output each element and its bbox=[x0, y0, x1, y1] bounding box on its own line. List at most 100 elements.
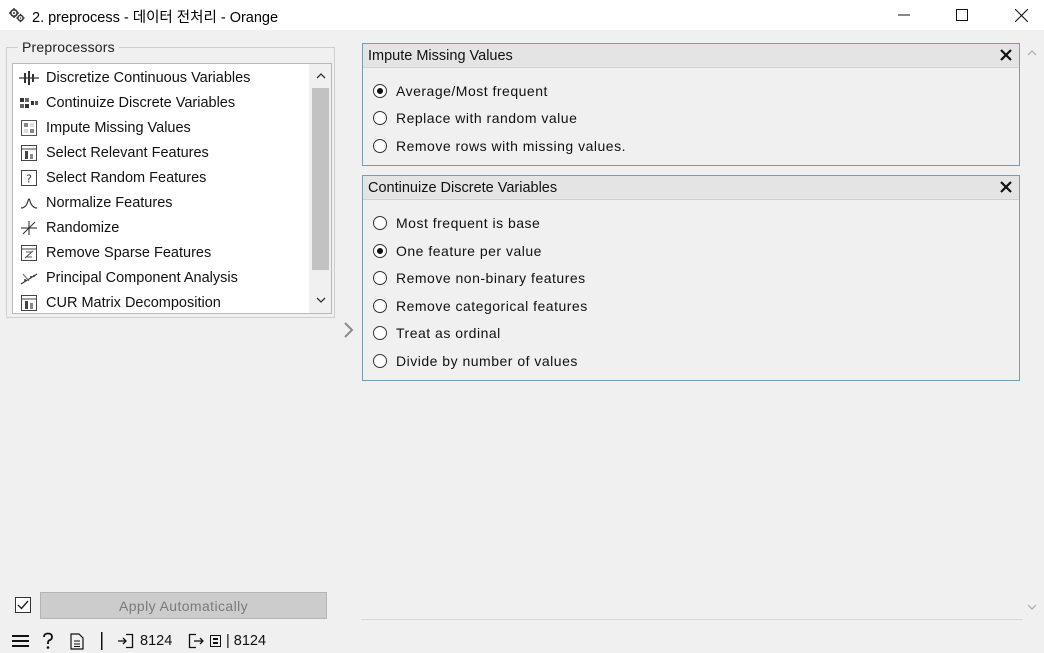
radio-label: Divide by number of values bbox=[396, 353, 578, 369]
help-button[interactable] bbox=[41, 632, 55, 650]
list-item-label: Impute Missing Values bbox=[46, 119, 191, 136]
radio-button[interactable] bbox=[373, 271, 387, 285]
radio-button[interactable] bbox=[373, 84, 387, 98]
chevron-right-icon[interactable] bbox=[340, 321, 358, 339]
chevron-down-icon bbox=[316, 297, 325, 303]
radio-button[interactable] bbox=[373, 111, 387, 125]
title-bar: 2. preprocess - 데이터 전처리 - Orange bbox=[0, 0, 1044, 30]
radio-remove-categorical[interactable]: Remove categorical features bbox=[373, 295, 588, 317]
remove-sparse-icon bbox=[19, 244, 39, 261]
list-item-normalize[interactable]: Normalize Features bbox=[13, 190, 309, 215]
panel-header: Impute Missing Values bbox=[363, 44, 1019, 68]
minimize-button[interactable] bbox=[881, 0, 927, 30]
radio-replace-random[interactable]: Replace with random value bbox=[373, 107, 577, 129]
list-item-label: Discretize Continuous Variables bbox=[46, 69, 251, 86]
radio-average-most-frequent[interactable]: Average/Most frequent bbox=[373, 80, 548, 102]
radio-label: Average/Most frequent bbox=[396, 83, 548, 99]
status-separator bbox=[101, 632, 103, 650]
panel-header: Continuize Discrete Variables bbox=[363, 176, 1019, 200]
gears-icon bbox=[9, 8, 25, 23]
close-icon[interactable] bbox=[999, 48, 1013, 62]
scroll-up-button[interactable] bbox=[312, 67, 329, 85]
output-summary: | 8124 bbox=[188, 632, 266, 650]
select-relevant-icon bbox=[19, 144, 39, 161]
input-summary: 8124 bbox=[117, 632, 172, 650]
impute-panel: Impute Missing Values Average/Most frequ… bbox=[362, 43, 1020, 166]
radio-label: Remove categorical features bbox=[396, 298, 588, 314]
list-item-select-random[interactable]: ? Select Random Features bbox=[13, 165, 309, 190]
help-icon bbox=[43, 632, 53, 649]
radio-label: Remove non-binary features bbox=[396, 270, 586, 286]
radio-label: One feature per value bbox=[396, 243, 542, 259]
radio-treat-as-ordinal[interactable]: Treat as ordinal bbox=[373, 322, 501, 344]
apply-automatically-checkbox[interactable] bbox=[15, 597, 31, 613]
list-item-label: Select Random Features bbox=[46, 169, 207, 186]
chevron-down-icon bbox=[1027, 604, 1037, 610]
chevron-up-icon bbox=[316, 73, 325, 79]
radio-label: Replace with random value bbox=[396, 110, 578, 126]
panels-scroll-down[interactable] bbox=[1024, 599, 1040, 615]
preprocessors-list-scrollbar[interactable] bbox=[309, 64, 331, 313]
list-item-randomize[interactable]: Randomize bbox=[13, 215, 309, 240]
radio-button[interactable] bbox=[373, 244, 387, 258]
chevron-up-icon bbox=[1027, 50, 1037, 56]
pca-icon bbox=[19, 270, 39, 286]
scrollbar-thumb[interactable] bbox=[312, 88, 329, 270]
list-item-discretize[interactable]: Discretize Continuous Variables bbox=[13, 65, 309, 90]
radio-remove-rows[interactable]: Remove rows with missing values. bbox=[373, 135, 626, 157]
select-random-icon: ? bbox=[19, 169, 39, 186]
close-button[interactable] bbox=[998, 0, 1044, 30]
radio-remove-non-binary[interactable]: Remove non-binary features bbox=[373, 267, 586, 289]
continuize-panel: Continuize Discrete Variables Most frequ… bbox=[362, 175, 1020, 381]
preprocessors-group-title: Preprocessors bbox=[18, 39, 119, 55]
document-icon bbox=[70, 632, 84, 650]
list-item-label: Select Relevant Features bbox=[46, 144, 209, 161]
panel-title: Continuize Discrete Variables bbox=[368, 180, 558, 196]
list-item-select-relevant[interactable]: Select Relevant Features bbox=[13, 140, 309, 165]
list-item-remove-sparse[interactable]: Remove Sparse Features bbox=[13, 240, 309, 265]
apply-button[interactable]: Apply Automatically bbox=[40, 592, 327, 619]
radio-label: Remove rows with missing values. bbox=[396, 138, 626, 154]
list-item-label: CUR Matrix Decomposition bbox=[46, 294, 221, 311]
scroll-down-button[interactable] bbox=[312, 291, 329, 309]
radio-most-frequent-base[interactable]: Most frequent is base bbox=[373, 212, 540, 234]
radio-label: Most frequent is base bbox=[396, 215, 541, 231]
radio-label: Treat as ordinal bbox=[396, 325, 501, 341]
cur-icon bbox=[19, 294, 39, 311]
status-bar: 8124 | 8124 bbox=[0, 629, 1044, 653]
input-count: 8124 bbox=[140, 633, 173, 649]
preprocessors-list[interactable]: Discretize Continuous Variables Continui… bbox=[12, 63, 332, 314]
report-button[interactable] bbox=[70, 632, 84, 650]
maximize-button[interactable] bbox=[939, 0, 985, 30]
impute-icon bbox=[19, 119, 39, 136]
input-icon bbox=[118, 633, 134, 649]
panel-title: Impute Missing Values bbox=[368, 48, 513, 64]
radio-button[interactable] bbox=[373, 354, 387, 368]
continuize-icon bbox=[19, 95, 39, 111]
menu-button[interactable] bbox=[12, 632, 29, 650]
table-icon bbox=[210, 635, 221, 647]
list-item-cur[interactable]: CUR Matrix Decomposition bbox=[13, 290, 309, 315]
normalize-icon bbox=[19, 195, 39, 211]
checkmark-icon bbox=[17, 600, 29, 610]
radio-divide-by-values[interactable]: Divide by number of values bbox=[373, 350, 578, 372]
close-icon[interactable] bbox=[999, 180, 1013, 194]
radio-button[interactable] bbox=[373, 299, 387, 313]
randomize-icon bbox=[19, 220, 39, 236]
output-count: | 8124 bbox=[226, 633, 267, 649]
list-item-pca[interactable]: Principal Component Analysis bbox=[13, 265, 309, 290]
panels-scroll-up[interactable] bbox=[1024, 45, 1040, 61]
hamburger-menu-icon bbox=[12, 635, 29, 647]
list-item-continuize[interactable]: Continuize Discrete Variables bbox=[13, 90, 309, 115]
radio-one-feature-per-value[interactable]: One feature per value bbox=[373, 240, 542, 262]
list-item-label: Remove Sparse Features bbox=[46, 244, 212, 261]
window-title: 2. preprocess - 데이터 전처리 - Orange bbox=[32, 10, 279, 26]
radio-button[interactable] bbox=[373, 216, 387, 230]
radio-button[interactable] bbox=[373, 326, 387, 340]
list-item-label: Principal Component Analysis bbox=[46, 269, 238, 286]
list-item-impute[interactable]: Impute Missing Values bbox=[13, 115, 309, 140]
radio-button[interactable] bbox=[373, 139, 387, 153]
panels-scrollbar[interactable] bbox=[1022, 41, 1042, 619]
close-icon bbox=[1014, 8, 1028, 22]
list-item-label: Normalize Features bbox=[46, 194, 173, 211]
